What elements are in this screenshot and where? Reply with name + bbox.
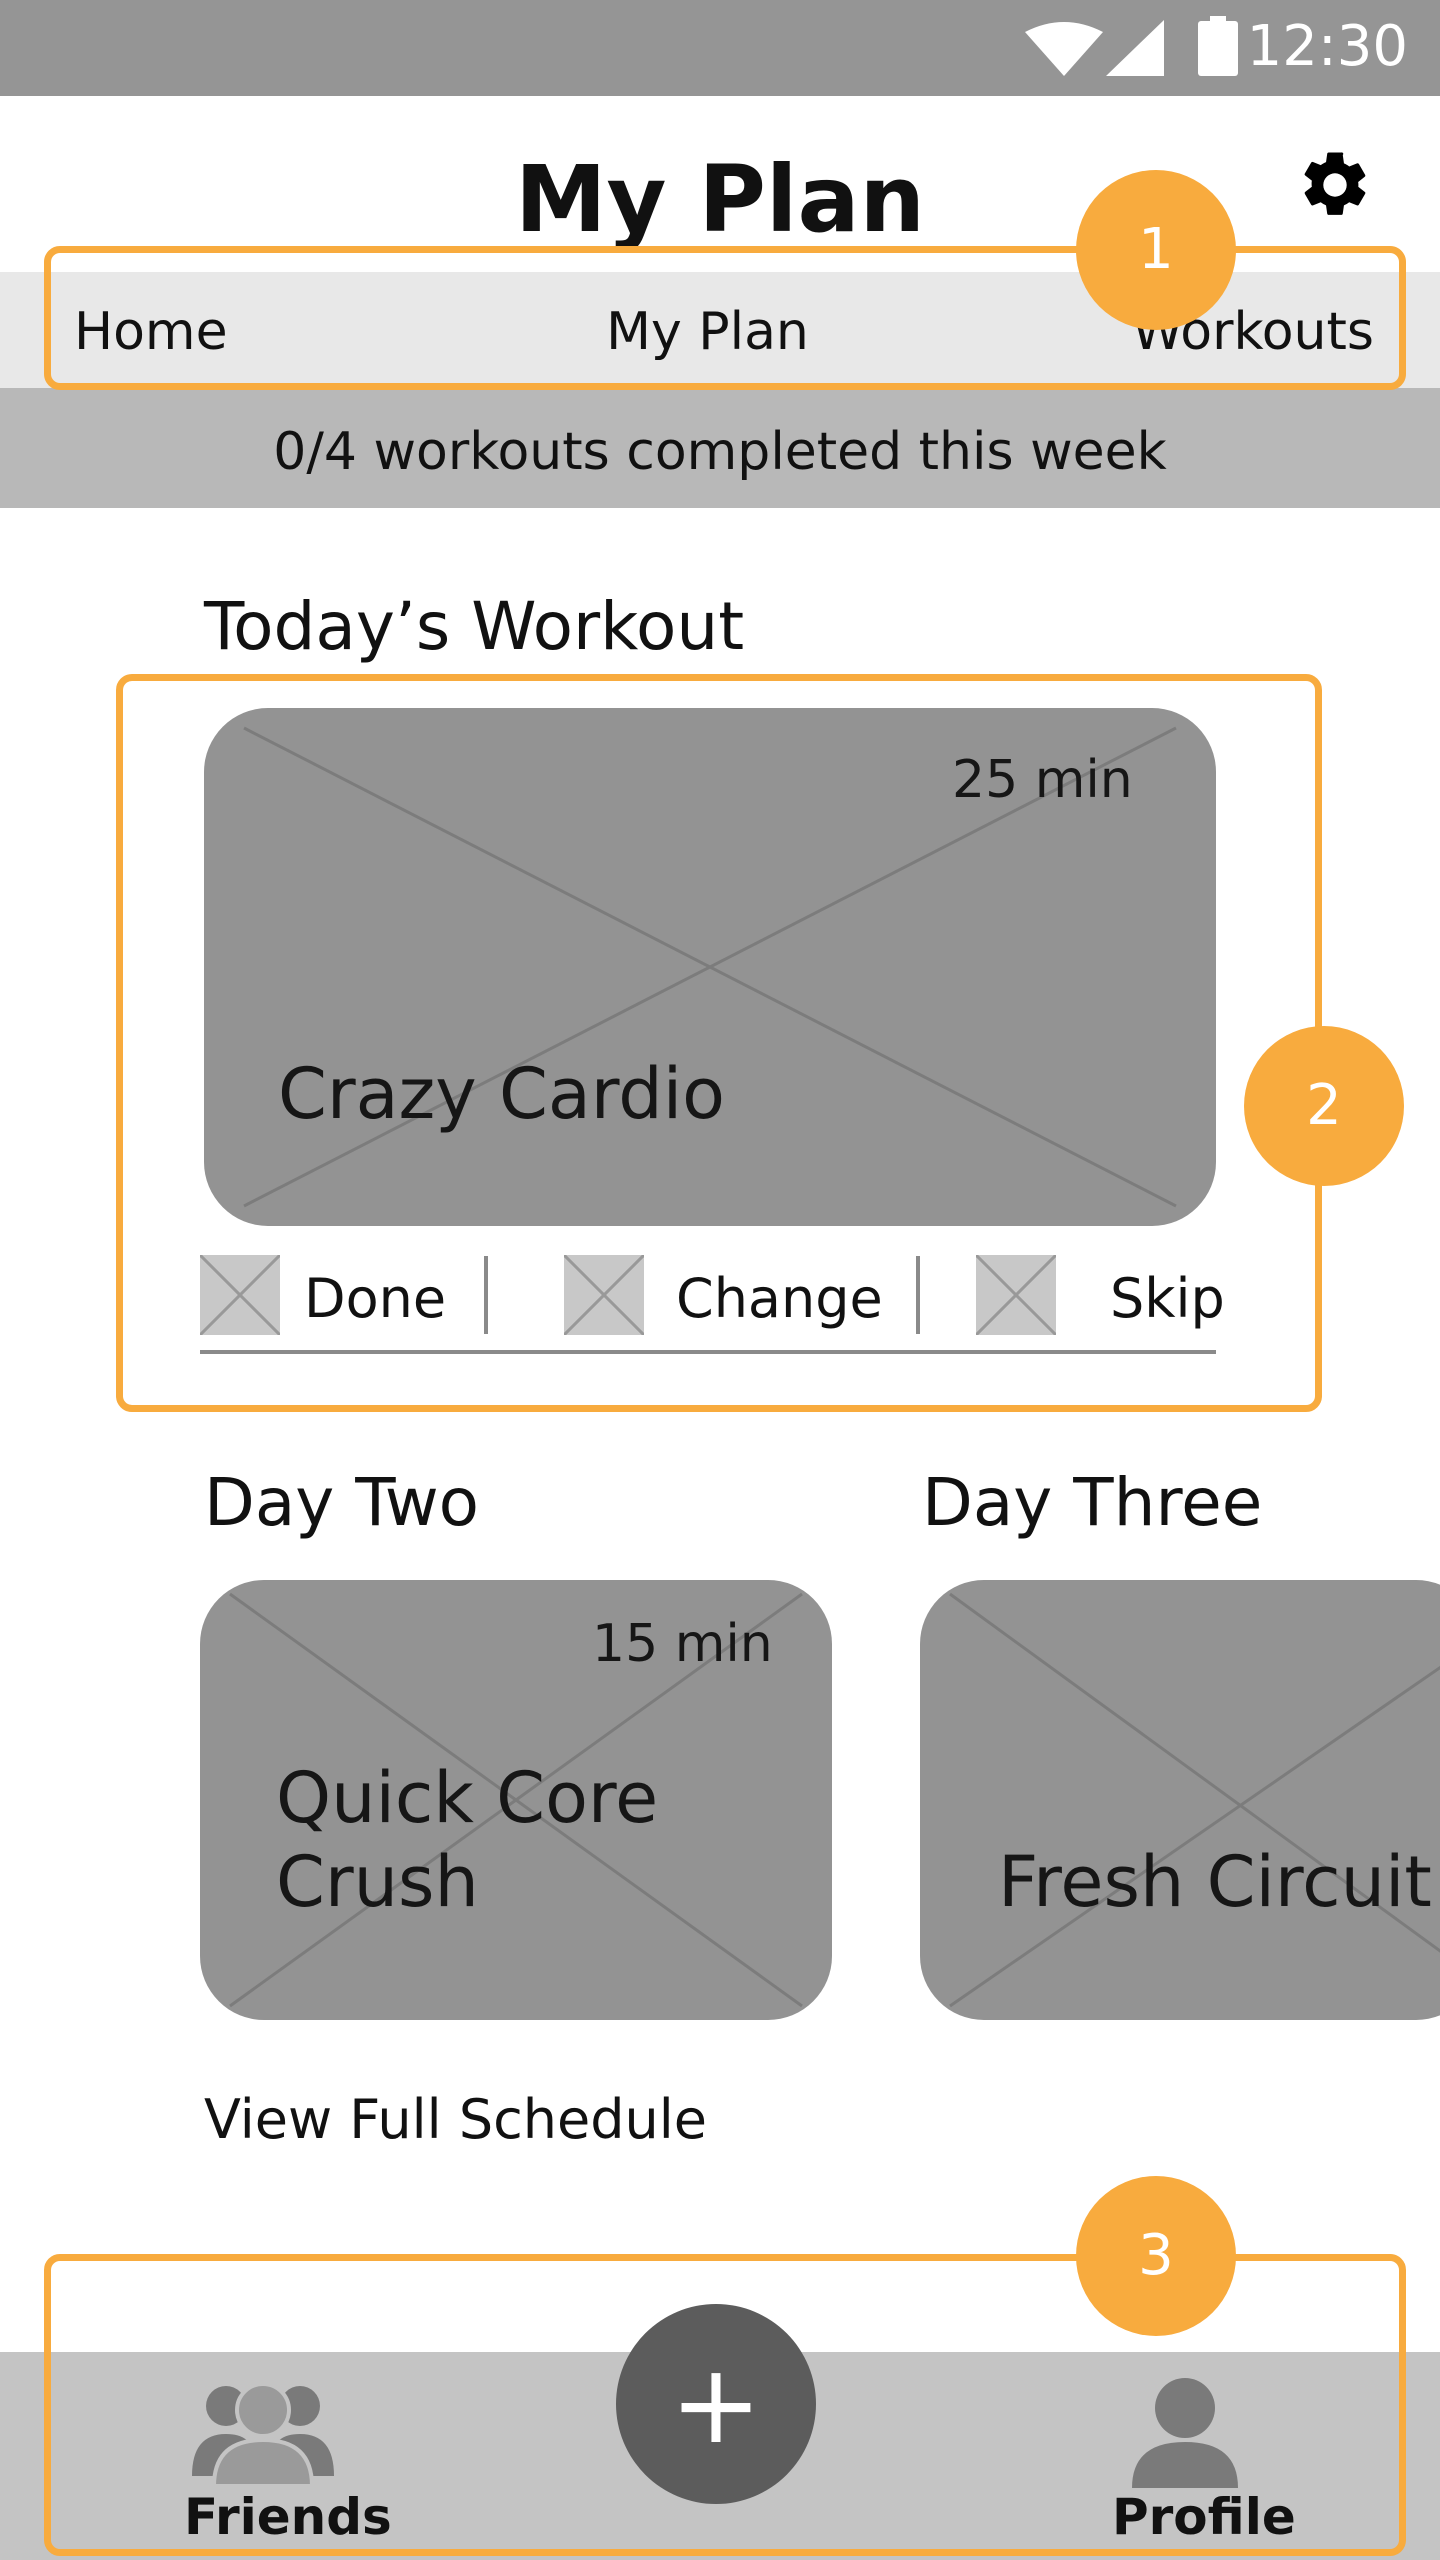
callout-3-badge: 3 <box>1076 2176 1236 2336</box>
day-two-heading: Day Two <box>204 1464 480 1541</box>
image-placeholder <box>949 1592 1440 2008</box>
gear-icon[interactable] <box>1296 146 1374 224</box>
battery-icon <box>1198 16 1238 76</box>
signal-icon <box>1106 20 1164 76</box>
progress-text: 0/4 workouts completed this week <box>273 422 1167 482</box>
callout-2-frame <box>116 674 1322 1412</box>
workout-title-line2: Crush <box>276 1841 479 1923</box>
todays-workout-heading: Today’s Workout <box>204 588 745 665</box>
callout-2-badge: 2 <box>1244 1026 1404 1186</box>
status-time: 12:30 <box>1246 14 1408 79</box>
workout-title: Fresh Circuit <box>998 1841 1432 1923</box>
day-two-card[interactable]: 15 min Quick Core Crush <box>200 1580 832 2020</box>
day-three-card[interactable]: Fresh Circuit <box>920 1580 1440 2020</box>
workout-duration: 15 min <box>592 1614 773 1674</box>
workout-title-line1: Quick Core <box>276 1757 659 1839</box>
callout-1-badge: 1 <box>1076 170 1236 330</box>
view-full-schedule-link[interactable]: View Full Schedule <box>204 2088 707 2151</box>
day-three-heading: Day Three <box>922 1464 1263 1541</box>
wifi-icon <box>1025 22 1103 76</box>
